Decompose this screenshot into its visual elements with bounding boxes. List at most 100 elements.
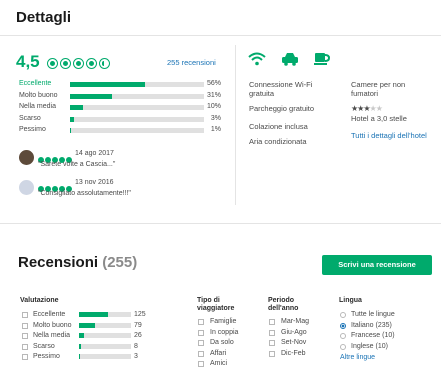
snippet-date-1: 14 ago 2017	[75, 150, 114, 157]
language-label[interactable]: Francese (10)	[351, 332, 395, 339]
filter-header-language: Lingua	[339, 297, 362, 304]
star-icon: ★	[375, 104, 383, 113]
coffee-cup-icon	[314, 53, 330, 65]
breakdown-bar-fill	[70, 93, 112, 99]
breakdown-percent: 3%	[210, 114, 221, 122]
language-radio[interactable]	[340, 322, 346, 329]
breakdown-bar-fill	[70, 82, 146, 87]
rating-filter-bar	[79, 312, 131, 317]
rating-filter-bar	[79, 322, 131, 328]
breakdown-bar-fill	[70, 105, 84, 110]
breakdown-bar[interactable]	[70, 128, 204, 133]
traveler-type-label[interactable]: Da solo	[210, 339, 234, 346]
breakdown-bar[interactable]	[70, 105, 204, 110]
rating-filter-label[interactable]: Nella media	[33, 332, 70, 339]
bubble-icon	[60, 58, 71, 70]
hotel-class: Hotel a 3,0 stelle	[351, 114, 407, 123]
reviews-count-link[interactable]: 255 recensioni	[167, 58, 216, 67]
avatar[interactable]	[19, 180, 34, 195]
breakdown-bar[interactable]	[70, 93, 204, 99]
rating-filter-bar	[79, 333, 131, 338]
language-label[interactable]: Inglese (10)	[351, 343, 388, 350]
rating-filter-bar-fill	[79, 322, 96, 328]
amenity-wifi: Connessione Wi-Fi gratuita	[249, 80, 313, 98]
rating-filter-count: 8	[134, 342, 138, 350]
rating-filter-count: 125	[134, 311, 146, 318]
reviews-title: Recensioni (255)	[18, 254, 137, 271]
breakdown-label[interactable]: Molto buono	[19, 92, 58, 99]
traveler-type-checkbox[interactable]	[198, 319, 204, 325]
header-line: Tipo di	[197, 297, 220, 304]
rating-filter-label[interactable]: Scarso	[33, 343, 55, 350]
period-label[interactable]: Dic-Feb	[281, 350, 306, 357]
period-checkbox[interactable]	[269, 340, 275, 346]
breakdown-label[interactable]: Nella media	[19, 103, 56, 110]
header-line: dell'anno	[268, 305, 299, 312]
period-label[interactable]: Giu-Ago	[281, 329, 307, 336]
traveler-type-label[interactable]: Famiglie	[210, 318, 236, 325]
breakdown-bar-fill	[70, 116, 75, 122]
period-checkbox[interactable]	[269, 319, 275, 325]
hotel-stars: ★★★★★	[351, 104, 383, 113]
amenity-breakfast: Colazione inclusa	[249, 122, 308, 131]
language-radio[interactable]	[340, 312, 346, 318]
breakdown-label[interactable]: Scarso	[19, 115, 41, 122]
bubble-icon	[86, 58, 97, 70]
rating-filter-checkbox[interactable]	[22, 322, 28, 329]
period-label[interactable]: Mar-Mag	[281, 318, 309, 325]
traveler-type-label[interactable]: Amici	[210, 360, 227, 367]
traveler-type-checkbox[interactable]	[198, 340, 204, 346]
breakdown-label[interactable]: Pessimo	[19, 126, 46, 133]
rating-filter-bar	[79, 343, 131, 349]
breakdown-percent: 10%	[206, 103, 221, 110]
language-label[interactable]: Tutte le lingue	[351, 311, 395, 318]
snippet-quote-1[interactable]: "Sarete volte a Cascia..."	[38, 161, 115, 168]
language-radio[interactable]	[340, 343, 346, 350]
breakdown-bar[interactable]	[70, 116, 204, 122]
more-languages-link[interactable]: Altre lingue	[340, 354, 375, 361]
rating-filter-label[interactable]: Molto buono	[33, 322, 72, 329]
traveler-type-checkbox[interactable]	[198, 350, 204, 357]
rating-filter-checkbox[interactable]	[22, 343, 28, 350]
write-review-button[interactable]: Scrivi una recensione	[322, 255, 432, 275]
traveler-type-checkbox[interactable]	[198, 329, 204, 336]
rating-filter-bar-fill	[79, 333, 85, 338]
language-label[interactable]: Italiano (235)	[351, 322, 392, 329]
rating-filter-checkbox[interactable]	[22, 333, 28, 339]
breakdown-percent: 56%	[206, 80, 221, 87]
header-line: viaggiatore	[197, 305, 235, 312]
period-label[interactable]: Set-Nov	[281, 339, 306, 346]
rating-filter-label[interactable]: Pessimo	[33, 353, 60, 360]
period-checkbox[interactable]	[269, 329, 275, 336]
traveler-type-checkbox[interactable]	[198, 361, 204, 367]
all-details-link[interactable]: Tutti i dettagli dell'hotel	[351, 131, 427, 140]
rating-filter-bar-fill	[79, 354, 80, 359]
rating-filter-bar	[79, 354, 131, 359]
rating-filter-label[interactable]: Eccellente	[33, 311, 65, 318]
amenity-parking: Parcheggio gratuito	[249, 104, 315, 113]
traveler-type-label[interactable]: In coppia	[210, 329, 238, 336]
wifi-icon	[248, 52, 266, 66]
details-title: Dettagli	[16, 9, 72, 26]
snippet-quote-2[interactable]: "Consigliato assolutamente!!!"	[38, 190, 131, 197]
rating-filter-checkbox[interactable]	[22, 312, 28, 318]
rating-bubbles	[47, 55, 112, 73]
breakdown-percent: 31%	[206, 91, 221, 99]
rating-filter-checkbox[interactable]	[22, 354, 28, 360]
rating-value: 4,5	[16, 52, 40, 71]
rating-filter-count: 79	[134, 321, 142, 329]
snippet-date-2: 13 nov 2016	[75, 179, 114, 186]
language-radio[interactable]	[340, 333, 346, 339]
traveler-type-label[interactable]: Affari	[210, 350, 226, 357]
breakdown-bar-fill	[70, 128, 72, 133]
bubble-icon	[47, 58, 58, 70]
avatar[interactable]	[19, 150, 34, 165]
bubble-icon	[73, 58, 84, 70]
breakdown-label[interactable]: Eccellente	[19, 80, 51, 87]
header-line: Periodo	[268, 297, 295, 304]
breakdown-bar[interactable]	[70, 82, 204, 87]
filter-header-period: Periodo dell'anno	[268, 297, 298, 313]
rating-filter-count: 26	[134, 332, 142, 339]
reviews-count: (255)	[102, 254, 138, 271]
period-checkbox[interactable]	[269, 350, 275, 357]
